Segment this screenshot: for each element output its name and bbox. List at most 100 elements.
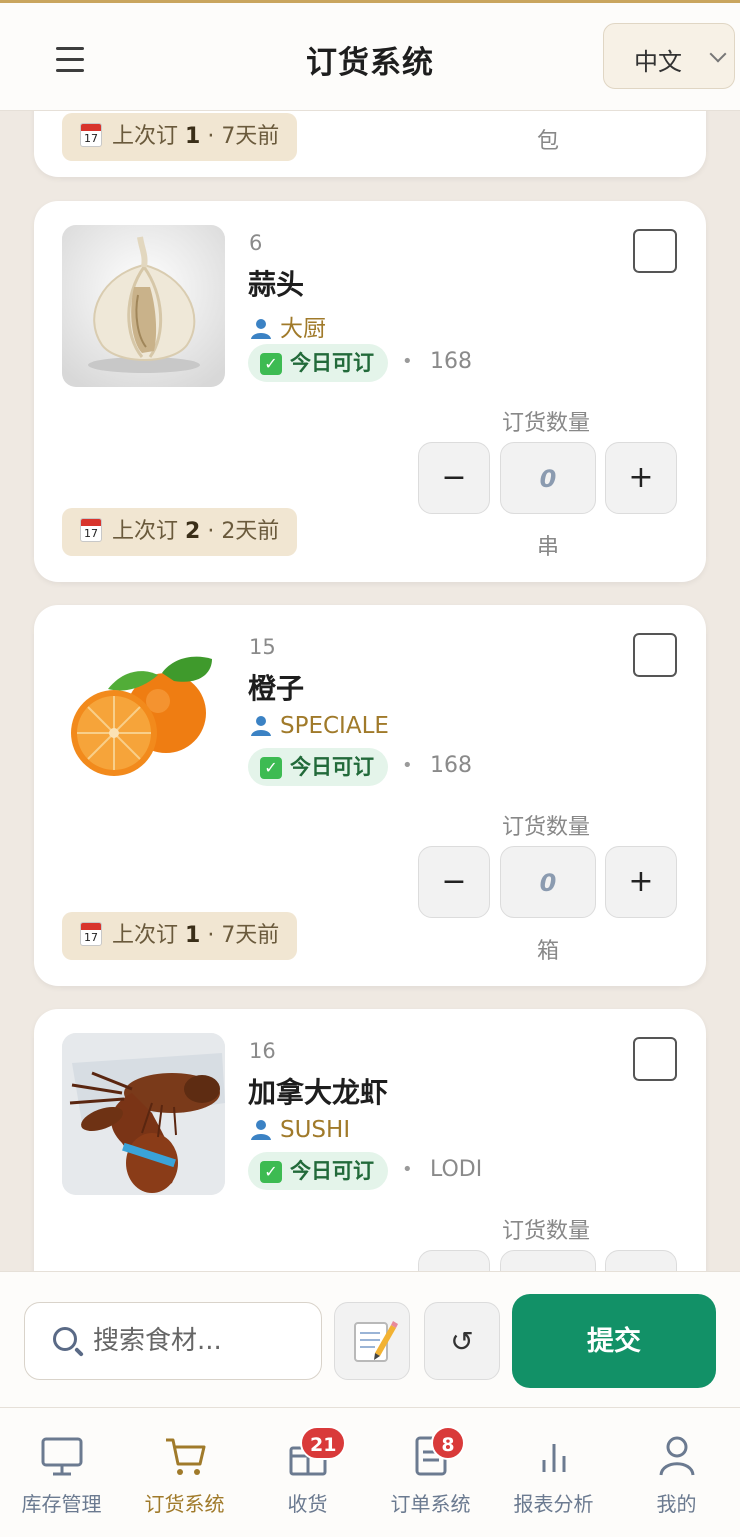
product-image-orange <box>62 629 225 791</box>
last-order-prefix: 上次订 <box>112 519 179 544</box>
check-icon: ✓ <box>260 1161 282 1183</box>
product-code: LODI <box>430 1157 483 1182</box>
garlic-image <box>62 225 225 387</box>
last-order-ago: 7天前 <box>221 124 280 149</box>
nav-label: 收货 <box>287 1492 328 1516</box>
calendar-icon <box>80 922 102 946</box>
select-checkbox[interactable] <box>633 633 677 677</box>
memo-icon <box>354 1321 398 1362</box>
product-role: SUSHI <box>250 1117 350 1143</box>
quantity-label: 订货数量 <box>502 411 591 436</box>
product-image-lobster <box>62 1033 225 1195</box>
separator-dot: • <box>402 1159 413 1180</box>
availability-badge: ✓ 今日可订 <box>248 1152 388 1190</box>
select-checkbox[interactable] <box>633 229 677 273</box>
monitor-icon <box>41 1437 83 1476</box>
receiving-badge: 21 <box>300 1426 347 1460</box>
product-number: 6 <box>249 231 263 255</box>
orange-image <box>62 629 225 791</box>
last-order-badge: 上次订 2 · 2天前 <box>62 508 298 556</box>
refresh-icon: ↺ <box>450 1325 474 1358</box>
product-number: 15 <box>249 635 276 659</box>
product-name: 加拿大龙虾 <box>248 1076 389 1109</box>
product-card: 15 橙子 SPECIALE ✓ 今日可订 • 168 订货数量 − 0 + 上次… <box>34 605 706 986</box>
last-order-badge: 上次订 1 · 7天前 <box>62 912 298 960</box>
product-role: 大厨 <box>250 309 326 343</box>
calendar-icon <box>80 518 102 542</box>
separator-dot: • <box>402 755 413 776</box>
cart-icon <box>166 1438 206 1475</box>
increase-button[interactable] <box>605 1250 677 1271</box>
availability-text: 今日可订 <box>290 1159 374 1183</box>
submit-button[interactable]: 提交 <box>512 1294 716 1388</box>
nav-item-profile[interactable]: 我的 <box>615 1408 738 1537</box>
search-input[interactable] <box>93 1321 313 1361</box>
product-name: 橙子 <box>248 672 305 705</box>
user-icon <box>251 319 271 339</box>
orders-badge: 8 <box>431 1426 465 1460</box>
quantity-value[interactable]: 0 <box>500 442 596 514</box>
nav-label: 报表分析 <box>513 1492 594 1516</box>
availability-badge: ✓ 今日可订 <box>248 344 388 382</box>
user-icon <box>659 1436 695 1476</box>
select-checkbox[interactable] <box>633 1037 677 1081</box>
last-order-count: 1 <box>185 923 201 948</box>
chevron-down-icon <box>709 45 727 63</box>
increase-button[interactable]: + <box>605 846 677 918</box>
product-image-garlic <box>62 225 225 387</box>
language-value: 中文 <box>634 48 682 76</box>
action-bar: ↺ 提交 <box>0 1271 740 1407</box>
product-list[interactable]: 上次订 1 · 7天前 包 6 蒜头 大厨 ✓ 今日可订 • 168 <box>0 111 740 1271</box>
availability-text: 今日可订 <box>290 351 374 375</box>
product-code: 168 <box>430 349 472 374</box>
quantity-label: 订货数量 <box>502 815 591 840</box>
bottom-nav: 库存管理 订货系统 21 收货 8 订单系统 报表分析 我的 <box>0 1407 740 1537</box>
last-order-ago: 2天前 <box>221 519 280 544</box>
last-order-badge: 上次订 1 · 7天前 <box>62 113 298 161</box>
product-code: 168 <box>430 753 472 778</box>
check-icon: ✓ <box>260 757 282 779</box>
lobster-image <box>62 1033 225 1195</box>
quantity-value[interactable]: 0 <box>500 846 596 918</box>
unit-label: 箱 <box>536 939 559 964</box>
nav-item-inventory[interactable]: 库存管理 <box>0 1408 123 1537</box>
unit-label: 包 <box>536 129 559 154</box>
quantity-value[interactable] <box>500 1250 596 1271</box>
product-role: SPECIALE <box>250 713 389 739</box>
search-icon <box>53 1327 77 1351</box>
nav-label: 库存管理 <box>21 1492 102 1516</box>
reset-button[interactable]: ↺ <box>424 1302 500 1380</box>
increase-button[interactable]: + <box>605 442 677 514</box>
user-icon <box>251 716 271 736</box>
calendar-icon <box>80 123 102 147</box>
unit-label: 串 <box>536 535 559 560</box>
user-icon <box>251 1120 271 1140</box>
quantity-label: 订货数量 <box>502 1219 591 1244</box>
availability-text: 今日可订 <box>290 755 374 779</box>
nav-item-receiving[interactable]: 21 收货 <box>246 1408 369 1537</box>
separator-dot: • <box>402 351 413 372</box>
last-order-ago: 7天前 <box>221 923 280 948</box>
last-order-count: 2 <box>185 519 201 544</box>
role-text: 大厨 <box>280 316 326 342</box>
product-number: 16 <box>249 1039 276 1063</box>
last-order-prefix: 上次订 <box>112 124 179 149</box>
app-header: 订货系统 中文 <box>0 3 740 111</box>
last-order-count: 1 <box>185 124 201 149</box>
decrease-button[interactable]: − <box>418 442 490 514</box>
nav-label: 订单系统 <box>390 1492 471 1516</box>
nav-label: 订货系统 <box>144 1492 225 1516</box>
decrease-button[interactable] <box>418 1250 490 1271</box>
search-box[interactable] <box>24 1302 322 1380</box>
product-name: 蒜头 <box>248 268 305 301</box>
availability-badge: ✓ 今日可订 <box>248 748 388 786</box>
check-icon: ✓ <box>260 353 282 375</box>
nav-item-ordering[interactable]: 订货系统 <box>123 1408 246 1537</box>
nav-item-reports[interactable]: 报表分析 <box>492 1408 615 1537</box>
last-order-prefix: 上次订 <box>112 923 179 948</box>
role-text: SPECIALE <box>280 713 389 739</box>
nav-item-orders[interactable]: 8 订单系统 <box>369 1408 492 1537</box>
notes-button[interactable] <box>334 1302 410 1380</box>
language-select[interactable]: 中文 <box>603 23 735 89</box>
decrease-button[interactable]: − <box>418 846 490 918</box>
